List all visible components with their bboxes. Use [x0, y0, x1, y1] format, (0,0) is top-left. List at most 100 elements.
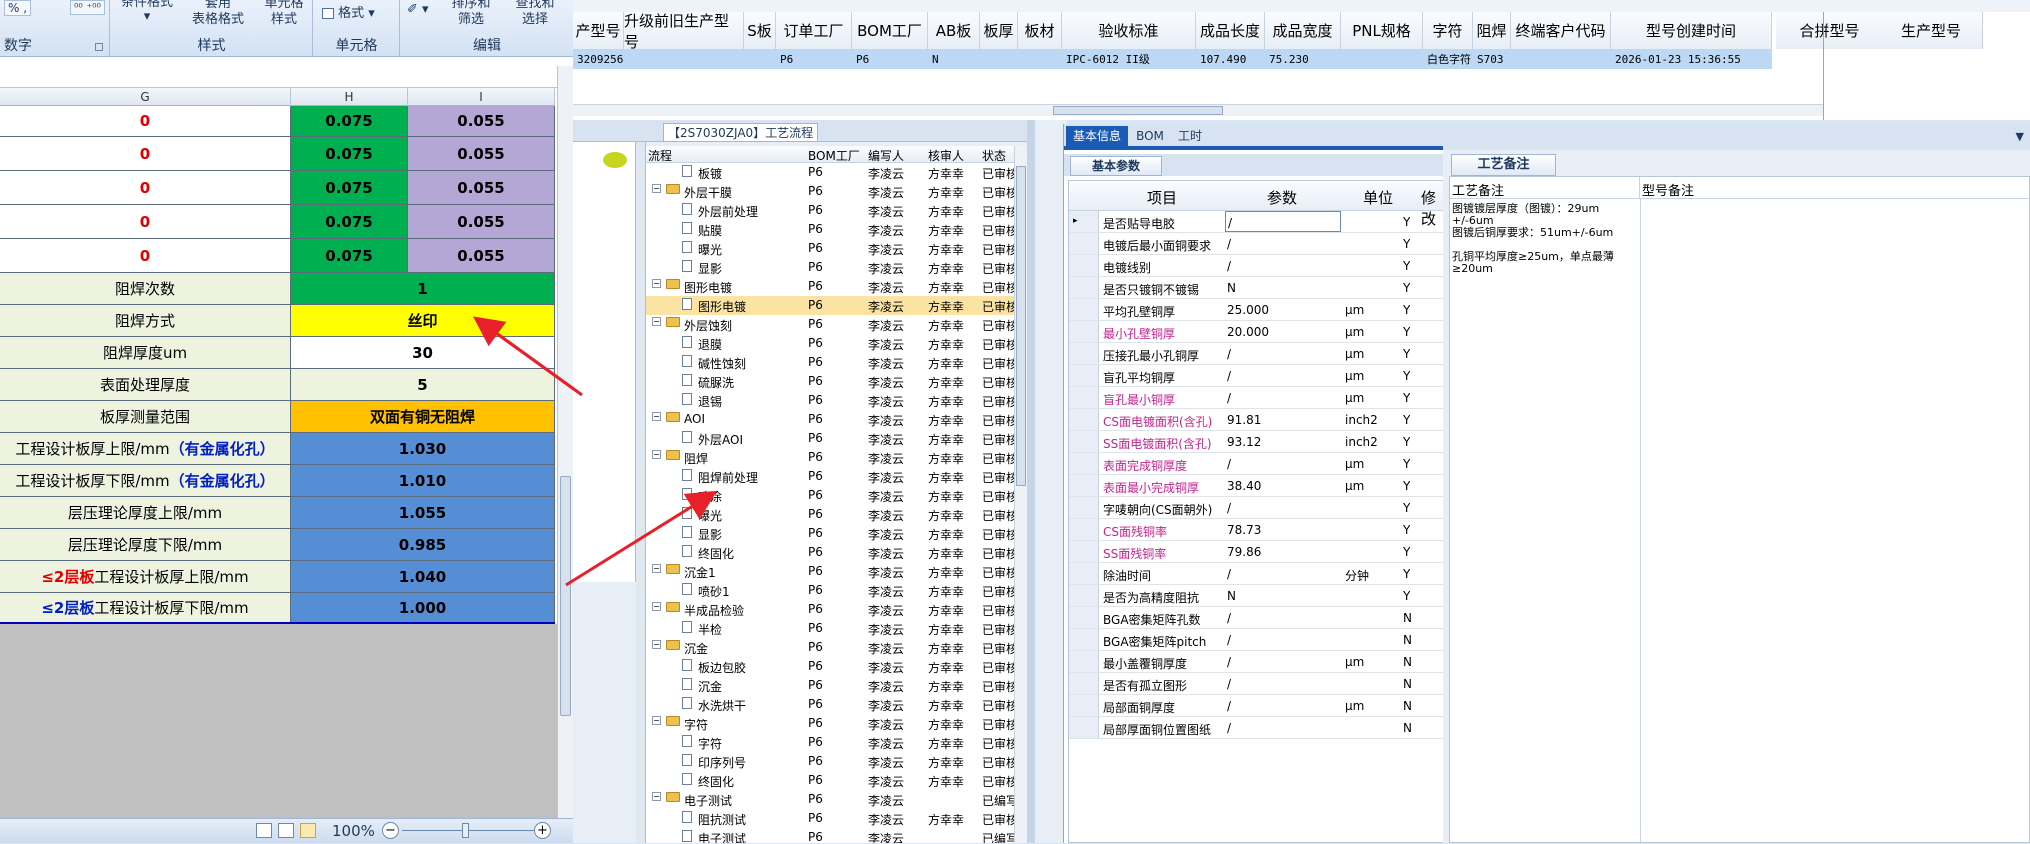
tree-col-bom[interactable]: BOM工厂: [808, 147, 860, 164]
process-step-row[interactable]: − 沉金1 P6 李凌云 方幸幸 已审核: [646, 562, 1014, 581]
row-selector[interactable]: [1069, 255, 1099, 276]
grid-header-cell[interactable]: 订单工厂: [776, 12, 852, 49]
param-row[interactable]: CS面电镀面积(含孔) 91.81 inch2 Y: [1069, 409, 1445, 431]
process-step-row[interactable]: 沉金 P6 李凌云 方幸幸 已审核: [646, 676, 1014, 695]
collapse-icon[interactable]: −: [652, 279, 661, 288]
process-step-row[interactable]: − 图形电镀 P6 李凌云 方幸幸 已审核: [646, 277, 1014, 296]
process-step-row[interactable]: 半检 P6 李凌云 方幸幸 已审核: [646, 619, 1014, 638]
param-value[interactable]: 25.000: [1225, 299, 1341, 320]
tree-col-status[interactable]: 状态: [982, 147, 1006, 164]
collapse-icon[interactable]: −: [652, 792, 661, 801]
row-selector[interactable]: [1069, 607, 1099, 628]
row-selector[interactable]: [1069, 277, 1099, 298]
param-value[interactable]: /: [1225, 695, 1341, 716]
row-selector[interactable]: [1069, 497, 1099, 518]
row-selector[interactable]: [1069, 365, 1099, 386]
grid-header-cell[interactable]: 升级前旧生产型号: [624, 12, 744, 51]
grid-data-cell[interactable]: P6: [852, 49, 928, 69]
grid-header-cell[interactable]: S板: [744, 12, 776, 49]
collapse-icon[interactable]: −: [652, 716, 661, 725]
process-step-row[interactable]: − 半成品检验 P6 李凌云 方幸幸 已审核: [646, 600, 1014, 619]
param-row[interactable]: 最小盖覆铜厚度 / μm N: [1069, 651, 1445, 673]
process-step-row[interactable]: 曝光 P6 李凌云 方幸幸 已审核: [646, 239, 1014, 258]
tree-col-writer[interactable]: 编写人: [868, 147, 904, 164]
row-selector[interactable]: [1069, 409, 1099, 430]
param-row[interactable]: BGA密集矩阵孔数 / N: [1069, 607, 1445, 629]
grid-data-cell[interactable]: [1341, 49, 1423, 69]
row-selector[interactable]: [1069, 717, 1099, 738]
grid-data-cell[interactable]: P6: [776, 49, 852, 69]
param-value[interactable]: 38.40: [1225, 475, 1341, 496]
grid-data-cell[interactable]: 75.230: [1265, 49, 1341, 69]
pane-splitter[interactable]: [636, 142, 646, 843]
grid-header-cell[interactable]: 成品长度: [1196, 12, 1265, 49]
grid-header-cell[interactable]: 阻焊: [1473, 12, 1511, 49]
process-step-row[interactable]: 曝光 P6 李凌云 方幸幸 已审核: [646, 505, 1014, 524]
grid-header-cell[interactable]: PNL规格: [1341, 12, 1423, 49]
param-value[interactable]: 91.81: [1225, 409, 1341, 430]
param-value[interactable]: /: [1225, 255, 1341, 276]
process-step-row[interactable]: − 字符 P6 李凌云 方幸幸 已审核: [646, 714, 1014, 733]
row-selector[interactable]: [1069, 475, 1099, 496]
param-value[interactable]: 78.73: [1225, 519, 1341, 540]
process-step-row[interactable]: 贴膜 P6 李凌云 方幸幸 已审核: [646, 220, 1014, 239]
process-step-row[interactable]: 硫脲洗 P6 李凌云 方幸幸 已审核: [646, 372, 1014, 391]
param-value[interactable]: N: [1225, 585, 1341, 606]
process-step-row[interactable]: 喷砂1 P6 李凌云 方幸幸 已审核: [646, 581, 1014, 600]
process-step-row[interactable]: 外层AOI P6 李凌云 方幸幸 已审核: [646, 429, 1014, 448]
row-selector[interactable]: [1069, 387, 1099, 408]
grid-header-cell[interactable]: 板厚: [980, 12, 1018, 49]
grid-header-cell[interactable]: BOM工厂: [852, 12, 928, 49]
row-selector[interactable]: [1069, 585, 1099, 606]
process-step-row[interactable]: 板边包胶 P6 李凌云 方幸幸 已审核: [646, 657, 1014, 676]
param-value[interactable]: /: [1225, 211, 1341, 232]
param-value[interactable]: /: [1225, 497, 1341, 518]
param-row[interactable]: ▸ 是否贴导电胶 / Y: [1069, 211, 1445, 233]
param-row[interactable]: 局部厚面铜位置图纸 / N: [1069, 717, 1445, 739]
param-row[interactable]: 是否有孤立图形 / N: [1069, 673, 1445, 695]
param-row[interactable]: 压接孔最小孔铜厚 / μm Y: [1069, 343, 1445, 365]
row-selector[interactable]: [1069, 673, 1099, 694]
collapse-icon[interactable]: −: [652, 317, 661, 326]
grid-header-cell[interactable]: 板材: [1018, 12, 1062, 49]
collapse-icon[interactable]: −: [652, 640, 661, 649]
param-row[interactable]: 除油时间 / 分钟 Y: [1069, 563, 1445, 585]
panel-splitter[interactable]: [1027, 120, 1035, 843]
process-notes-text[interactable]: 图镀镀层厚度（图镀）：29um +/-6um 图镀后铜厚要求：51um+/-6um 孔…: [1452, 203, 1638, 275]
process-step-row[interactable]: 退膜 P6 李凌云 方幸幸 已审核: [646, 334, 1014, 353]
grid-header-cell[interactable]: 字符: [1423, 12, 1473, 49]
param-row[interactable]: 电镀后最小面铜要求 / Y: [1069, 233, 1445, 255]
col-item[interactable]: 项目: [1147, 187, 1177, 208]
param-value[interactable]: 93.12: [1225, 431, 1341, 452]
grid-data-cell[interactable]: [1018, 49, 1062, 69]
tree-col-reviewer[interactable]: 核审人: [928, 147, 964, 164]
param-row[interactable]: SS面电镀面积(含孔) 93.12 inch2 Y: [1069, 431, 1445, 453]
param-row[interactable]: SS面残铜率 79.86 Y: [1069, 541, 1445, 563]
process-step-row[interactable]: 电子测试 P6 李凌云 已编写: [646, 828, 1014, 843]
process-step-row[interactable]: 字符 P6 李凌云 方幸幸 已审核: [646, 733, 1014, 752]
collapse-icon[interactable]: −: [652, 602, 661, 611]
grid-data-cell[interactable]: 2026-01-23 15:36:55: [1611, 49, 1772, 69]
param-value[interactable]: 79.86: [1225, 541, 1341, 562]
process-step-row[interactable]: − 电子测试 P6 李凌云 已编写: [646, 790, 1014, 809]
grid-header-cell[interactable]: 合拼型号: [1776, 12, 1884, 49]
param-row[interactable]: 表面完成铜厚度 / μm Y: [1069, 453, 1445, 475]
panel-menu-icon[interactable]: ▼: [2016, 130, 2024, 143]
process-step-row[interactable]: 外层前处理 P6 李凌云 方幸幸 已审核: [646, 201, 1014, 220]
grid-data-cell[interactable]: 3209256: [573, 49, 624, 69]
row-selector[interactable]: [1069, 519, 1099, 540]
tab-work-hours[interactable]: 工时: [1172, 126, 1208, 146]
comment-icon[interactable]: [603, 152, 627, 168]
grid-header-cell[interactable]: 产型号: [573, 12, 624, 49]
col-unit[interactable]: 单位: [1363, 187, 1393, 208]
row-selector[interactable]: [1069, 563, 1099, 584]
param-value[interactable]: /: [1225, 343, 1341, 364]
row-selector[interactable]: [1069, 431, 1099, 452]
tab-basic-info[interactable]: 基本信息: [1066, 126, 1128, 146]
tree-scroll-thumb[interactable]: [1016, 166, 1026, 486]
row-selector[interactable]: [1069, 299, 1099, 320]
param-value[interactable]: /: [1225, 717, 1341, 738]
row-selector[interactable]: [1069, 651, 1099, 672]
process-step-row[interactable]: 印序列号 P6 李凌云 方幸幸 已审核: [646, 752, 1014, 771]
process-step-row[interactable]: − 外层干膜 P6 李凌云 方幸幸 已审核: [646, 182, 1014, 201]
